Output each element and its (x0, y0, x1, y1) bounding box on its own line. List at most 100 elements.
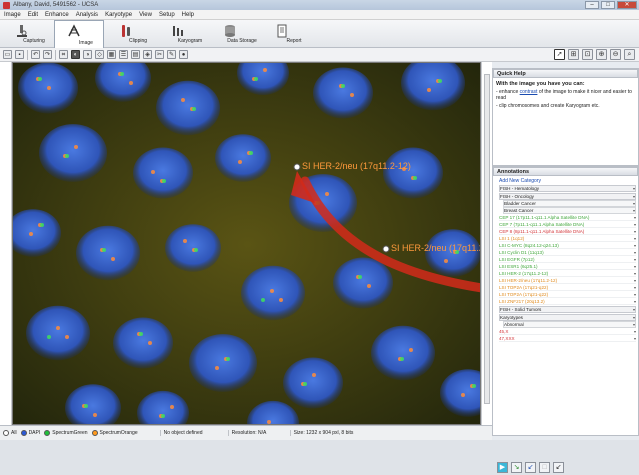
contrast-link[interactable]: contrast (520, 89, 538, 95)
annotation-category[interactable]: FISH - Solid Tumors ▾ (499, 306, 636, 313)
save-icon[interactable]: ▪ (15, 50, 24, 59)
undo-icon[interactable]: ↶ (31, 50, 40, 59)
tab-report[interactable]: Report (262, 20, 312, 47)
menu-image[interactable]: Image (4, 12, 21, 18)
fish-signal (47, 335, 51, 339)
quick-help-header: Quick Help (493, 69, 638, 78)
sharpen-icon[interactable]: ◇ (95, 50, 104, 59)
annotation-category[interactable]: Bladder Cancer ▾ (503, 200, 636, 207)
annotation-label[interactable]: SI HER-2/neu (17q11.2-12) (391, 243, 481, 253)
crop-icon[interactable]: ⌗ (59, 50, 68, 59)
nucleus (371, 325, 435, 381)
play-icon[interactable]: ▶ (497, 461, 508, 473)
zoom-dropdown-icon[interactable]: ⌕ (624, 49, 635, 60)
export-icon[interactable]: ↙ (553, 461, 564, 473)
apply-icon[interactable]: ↙ (525, 461, 536, 473)
annotation-item[interactable]: 47,XXX ▾ (499, 335, 636, 342)
annotation-item[interactable]: LSI HER-2 (17q11.2-12) ▾ (499, 270, 636, 277)
edit-icon[interactable]: ✎ (167, 50, 176, 59)
scroll-thumb[interactable] (484, 74, 490, 404)
channel-dapi[interactable]: DAPI (20, 430, 40, 436)
menu-enhance[interactable]: Enhance (45, 12, 69, 18)
annotation-item[interactable]: LSI HER-2/neu (17q11.2-12) ▾ (499, 277, 636, 284)
zoom-region-icon[interactable]: ⊡ (582, 49, 593, 60)
annotation-category[interactable]: FISH - Hematology ▾ (499, 185, 636, 192)
right-scrollbar[interactable] (481, 62, 492, 425)
channel-spectrum-green[interactable]: SpectrumGreen (44, 430, 88, 436)
annotation-item[interactable]: LSI ZNF217 (20q13.2) ▾ (499, 298, 636, 305)
tab-image[interactable]: Image (54, 20, 104, 48)
color-icon[interactable]: ● (179, 50, 188, 59)
menu-edit[interactable]: Edit (28, 12, 38, 18)
image-canvas[interactable]: SI HER-2/neu (17q11.2-12) SI HER-2/neu (… (12, 62, 481, 425)
list-icon[interactable]: ☰ (119, 50, 128, 59)
menu-help[interactable]: Help (182, 12, 194, 18)
annotation-item[interactable]: LSI ESR1 (6q25.1) ▾ (499, 263, 636, 270)
open-icon[interactable]: ▭ (3, 50, 12, 59)
menu-setup[interactable]: Setup (159, 12, 175, 18)
annotation-marker[interactable] (293, 163, 301, 171)
menu-karyotype[interactable]: Karyotype (105, 12, 132, 18)
adjust-icon[interactable]: ◈ (143, 50, 152, 59)
status-bar: All DAPI SpectrumGreen SpectrumOrange No… (0, 425, 492, 440)
menu-view[interactable]: View (139, 12, 152, 18)
invert-icon[interactable]: ◑ (83, 50, 92, 59)
annotation-category[interactable]: Karyotypes ▾ (499, 314, 636, 321)
annotation-item[interactable]: CEP 17 (17p11.1-q11.1 Alpha Satellite DN… (499, 214, 636, 221)
chevron-down-icon: ▾ (633, 228, 636, 234)
channel-spectrum-orange[interactable]: SpectrumOrange (91, 430, 138, 436)
menu-analysis[interactable]: Analysis (76, 12, 98, 18)
annotation-item[interactable]: LSI EGFR (7p12) ▾ (499, 256, 636, 263)
fit-icon[interactable]: ⊞ (568, 49, 579, 60)
annotation-category[interactable]: FISH - Oncology ▾ (499, 193, 636, 200)
tab-data-storage[interactable]: Data Storage (210, 20, 260, 47)
chevron-down-icon: ▾ (633, 235, 636, 241)
annotation-marker[interactable] (382, 245, 390, 253)
annotation-item[interactable]: LSI TOP2A (17q21-q22) ▾ (499, 284, 636, 291)
annotation-item[interactable]: LSI TOP2A (17q21-q22) ▾ (499, 291, 636, 298)
microscope-icon (17, 25, 27, 37)
annotation-text: CEP 7 (7p11.1-q11.1 Alpha Satellite DNA) (499, 221, 585, 227)
tab-label: Clipping (128, 38, 148, 44)
annotation-category[interactable]: Abnormal ▾ (503, 321, 636, 328)
view-toolbar: ➚ ⊞ ⊡ ⊕ ⊖ ⌕ (492, 48, 639, 62)
grid-icon[interactable]: ▦ (107, 50, 116, 59)
annotation-item[interactable]: CEP 7 (7p11.1-q11.1 Alpha Satellite DNA)… (499, 221, 636, 228)
annotation-item[interactable]: LSI C-MYC (8q24.12-q24.13) ▾ (499, 242, 636, 249)
stop-icon[interactable]: □ (539, 461, 550, 473)
channel-all[interactable]: All (3, 430, 17, 436)
annotation-text: FISH - Oncology (500, 194, 534, 199)
maximize-button[interactable]: □ (601, 1, 615, 9)
tab-capturing[interactable]: Capturing (2, 20, 52, 47)
annotation-list: FISH - Hematology ▾ FISH - Oncology ▾ Bladde… (493, 185, 638, 342)
redo-icon[interactable]: ↷ (43, 50, 52, 59)
annotation-item[interactable]: 45,X ▾ (499, 328, 636, 335)
cut-icon[interactable]: ✂ (155, 50, 164, 59)
quick-help-line: - enhance contrast of the image to make … (496, 89, 635, 101)
zoom-in-icon[interactable]: ⊕ (596, 49, 607, 60)
fish-signal (40, 223, 44, 227)
fish-image: SI HER-2/neu (17q11.2-12) SI HER-2/neu (… (13, 63, 481, 424)
pointer-icon[interactable]: ➚ (554, 49, 565, 60)
annotation-item[interactable]: CEP 8 (8p11.1-q11.1 Alpha Satellite DNA)… (499, 228, 636, 235)
annotation-item[interactable]: LSI 1 (1q12) ▾ (499, 235, 636, 242)
nucleus (133, 147, 193, 199)
annotation-category[interactable]: Breast Cancer ▾ (503, 207, 636, 214)
close-button[interactable]: ✕ (617, 1, 637, 9)
right-panel: Quick Help With the image you have you c… (492, 62, 639, 473)
zoom-out-icon[interactable]: ⊖ (610, 49, 621, 60)
left-scrollbar[interactable] (0, 62, 12, 425)
contrast-icon[interactable]: ◐ (71, 50, 80, 59)
minimize-button[interactable]: – (585, 1, 599, 9)
annotation-item[interactable]: LSI Cyclin D1 (11q13) ▾ (499, 249, 636, 256)
fish-signal (74, 145, 78, 149)
fish-signal (29, 232, 33, 236)
annotations-header: Annotations (493, 167, 638, 176)
tab-clipping[interactable]: Clipping (106, 20, 156, 47)
fish-signal (183, 239, 187, 243)
next-icon[interactable]: ↘ (511, 461, 522, 473)
add-category-link[interactable]: Add New Category (499, 178, 632, 184)
tab-karyogram[interactable]: Karyogram (158, 20, 208, 47)
layers-icon[interactable]: ▤ (131, 50, 140, 59)
annotation-label[interactable]: SI HER-2/neu (17q11.2-12) (302, 161, 411, 171)
